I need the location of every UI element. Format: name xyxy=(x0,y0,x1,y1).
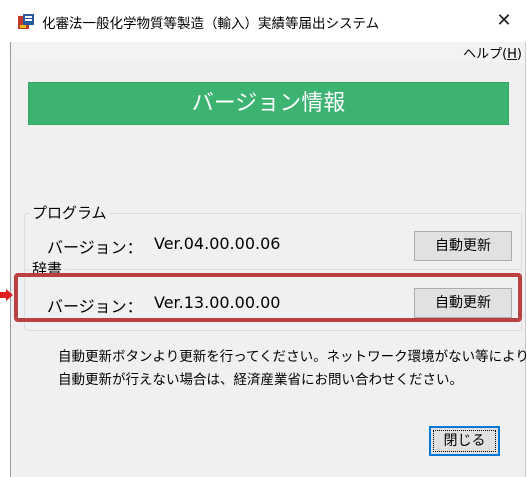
window-border-right xyxy=(525,42,526,477)
window-close-button[interactable]: ✕ xyxy=(489,7,519,35)
program-auto-update-button[interactable]: 自動更新 xyxy=(414,231,512,261)
program-version-label: バージョン： xyxy=(47,238,143,257)
notice-line-2: 自動更新が行えない場合は、経済産業省にお問い合わせください。 xyxy=(58,372,463,388)
menu-help-close-paren: ) xyxy=(516,47,522,62)
dictionary-group-title: 辞書 xyxy=(29,258,66,279)
program-group-title: プログラム xyxy=(29,202,110,223)
close-icon: ✕ xyxy=(496,10,512,31)
menu-bar: ヘルプ(H) xyxy=(11,42,525,62)
dialog-client-area: ヘルプ(H) バージョン情報 プログラム バージョン： Ver.04.00.00… xyxy=(11,42,527,477)
version-info-banner: バージョン情報 xyxy=(28,82,509,125)
program-version-value: Ver.04.00.00.06 xyxy=(154,234,281,253)
menu-help-label: ヘルプ( xyxy=(463,47,508,62)
dictionary-version-value: Ver.13.00.00.00 xyxy=(154,293,281,312)
close-dialog-button-label: 閉じる xyxy=(433,430,496,452)
app-icon xyxy=(18,14,34,29)
dictionary-auto-update-button[interactable]: 自動更新 xyxy=(414,288,512,318)
window-title: 化審法一般化学物質等製造（輸入）実績等届出システム xyxy=(42,16,380,32)
dictionary-version-label: バージョン： xyxy=(47,297,143,316)
notice-line-1: 自動更新ボタンより更新を行ってください。ネットワーク環境がない等により xyxy=(58,349,527,365)
close-dialog-button[interactable]: 閉じる xyxy=(429,426,500,456)
arrow-right-icon xyxy=(0,289,13,301)
title-bar: 化審法一般化学物質等製造（輸入）実績等届出システム ✕ xyxy=(11,0,527,42)
menu-help[interactable]: ヘルプ(H) xyxy=(460,43,525,62)
menu-help-accelerator: H xyxy=(507,47,517,62)
version-dialog-window: 化審法一般化学物質等製造（輸入）実績等届出システム ✕ ヘルプ(H) バージョン… xyxy=(0,0,527,477)
